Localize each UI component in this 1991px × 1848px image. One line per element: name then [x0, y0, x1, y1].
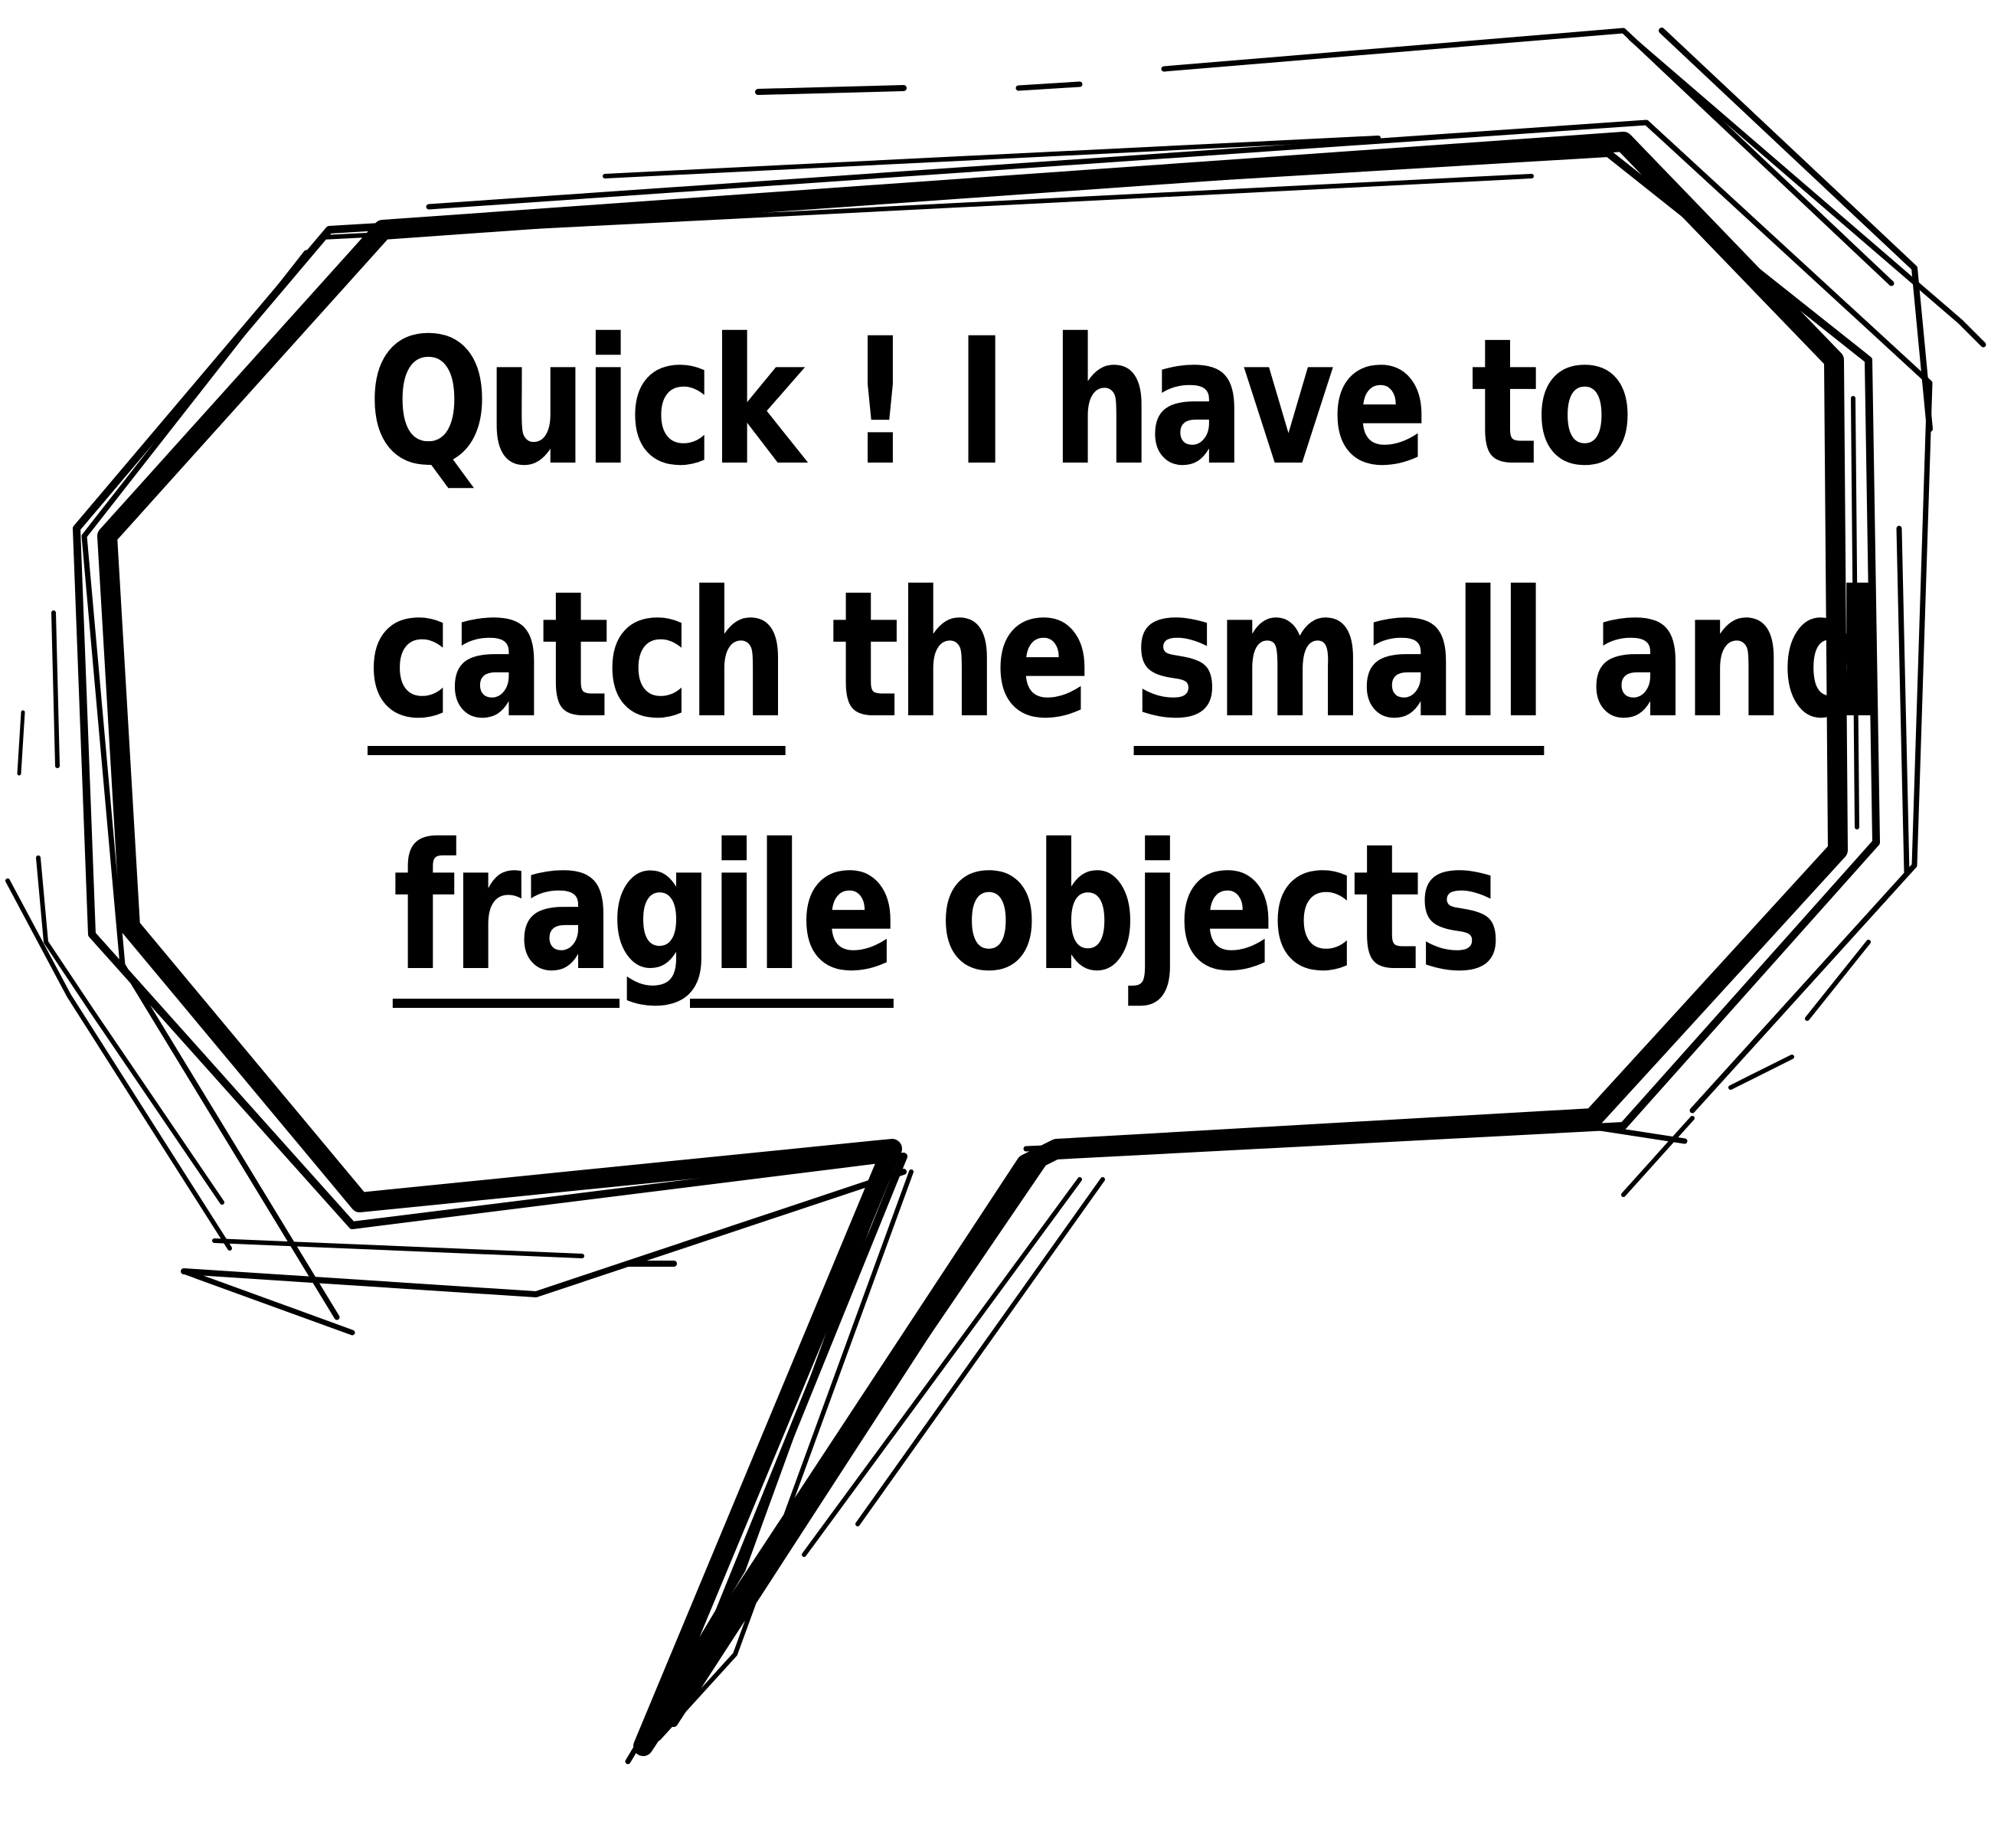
- bubble-sketch-stroke-29: [17, 710, 25, 776]
- underlined-word: small: [1133, 553, 1548, 757]
- text-segment: Quick ! I have to: [368, 300, 1633, 504]
- bubble-sketch-stroke-19: [1621, 1116, 1695, 1197]
- bubble-sketch-stroke-28: [51, 610, 60, 768]
- text-segment: objects: [893, 806, 1502, 1009]
- bubble-sketch-stroke-21: [1015, 81, 1083, 91]
- underlined-word: fragile: [392, 806, 897, 1009]
- bubble-sketch-stroke-10: [212, 1238, 584, 1258]
- bubble-text-line-3: fragile objects: [393, 781, 1561, 1034]
- text-segment: and: [1544, 553, 1884, 757]
- speech-bubble-text: Quick ! I have to catch the small and frag…: [368, 276, 1884, 1034]
- bubble-sketch-stroke-25: [1896, 525, 1910, 876]
- text-segment: the: [785, 553, 1134, 757]
- bubble-sketch-stroke-20: [755, 85, 907, 95]
- bubble-text-line-1: Quick ! I have to: [368, 276, 1633, 528]
- underlined-word: catch: [368, 553, 790, 757]
- bubble-text-line-2: catch the small and: [368, 528, 1884, 781]
